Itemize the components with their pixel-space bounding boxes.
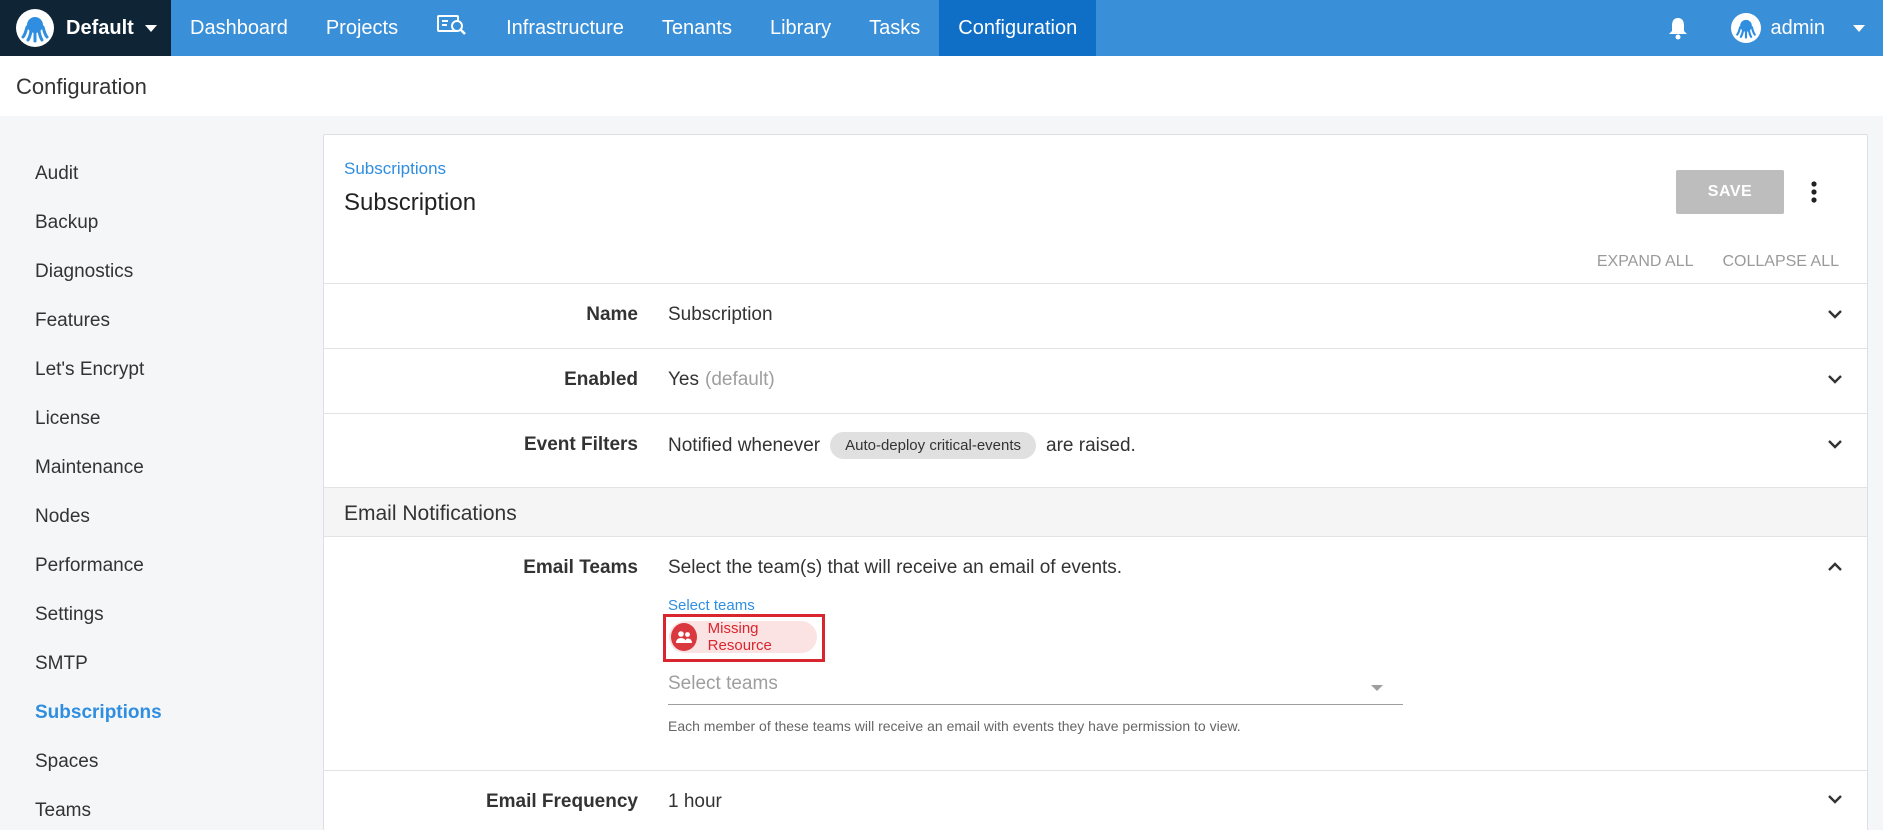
chevron-down-icon [1853,24,1865,32]
nav-library[interactable]: Library [751,0,850,56]
missing-resource-label: Missing Resource [707,620,772,654]
nav-configuration[interactable]: Configuration [939,0,1097,56]
email-notifications-section: Email Notifications [324,487,1867,537]
email-frequency-label: Email Frequency [485,791,638,812]
email-teams-label: Email Teams [523,557,638,578]
select-teams-placeholder: Select teams [668,673,778,694]
event-filters-prefix: Notified whenever [668,434,821,456]
team-icon [671,623,697,651]
sidebar-item-lets-encrypt[interactable]: Let's Encrypt [35,359,144,381]
collapse-all-link[interactable]: COLLAPSE ALL [1722,253,1839,271]
event-filters-row[interactable]: Event Filters Notified whenever Auto-dep… [324,413,1867,487]
enabled-label: Enabled [564,369,638,390]
top-nav: Default Dashboard Projects Infrastructur… [0,0,1883,56]
nav-projects[interactable]: Projects [307,0,417,56]
sidebar-item-audit[interactable]: Audit [35,163,78,185]
sidebar-item-nodes[interactable]: Nodes [35,506,90,528]
enabled-default-hint: (default) [705,369,775,390]
sidebar-item-maintenance[interactable]: Maintenance [35,457,144,479]
user-avatar-icon [1730,13,1761,43]
nav-tasks[interactable]: Tasks [850,0,939,56]
email-teams-help: Each member of these teams will receive … [668,718,1241,734]
event-filters-value: Notified whenever Auto-deploy critical-e… [668,432,1136,459]
sidebar-item-features[interactable]: Features [35,310,110,332]
sidebar-item-performance[interactable]: Performance [35,555,144,577]
user-name: admin [1770,16,1825,39]
name-label: Name [586,304,638,325]
sidebar-item-backup[interactable]: Backup [35,212,98,234]
enabled-row[interactable]: Enabled Yes (default) [324,348,1867,413]
sidebar-item-subscriptions[interactable]: Subscriptions [35,702,162,724]
chevron-down-icon[interactable] [1825,434,1845,454]
select-teams-input[interactable]: Select teams [668,669,1403,705]
page-header: Configuration [0,56,1883,116]
nav-infrastructure[interactable]: Infrastructure [487,0,643,56]
chevron-down-icon[interactable] [1825,789,1845,809]
chevron-down-icon[interactable] [1825,369,1845,389]
sidebar-item-spaces[interactable]: Spaces [35,751,98,773]
save-button[interactable]: SAVE [1676,170,1784,214]
page-title: Configuration [16,74,147,99]
sidebar-item-diagnostics[interactable]: Diagnostics [35,261,133,283]
space-switcher[interactable]: Default [0,0,171,56]
email-frequency-row[interactable]: Email Frequency 1 hour [324,770,1867,830]
nav-tenants[interactable]: Tenants [643,0,751,56]
sidebar-item-teams[interactable]: Teams [35,800,91,822]
nav-search-deployments[interactable] [417,0,487,56]
enabled-value: Yes (default) [668,369,775,391]
event-filters-suffix: are raised. [1046,434,1136,456]
name-row[interactable]: Name Subscription [324,283,1867,348]
subscription-card: Subscriptions Subscription SAVE EXPAND A… [323,134,1868,830]
sidebar-item-smtp[interactable]: SMTP [35,653,88,675]
sidebar: Audit Backup Diagnostics Features Let's … [0,116,322,830]
more-options-icon[interactable] [1804,175,1824,209]
search-deployments-icon [437,14,467,42]
chevron-down-icon[interactable] [1825,304,1845,324]
expand-collapse-links: EXPAND ALL COLLAPSE ALL [1597,253,1839,271]
email-teams-description: Select the team(s) that will receive an … [668,557,1123,578]
enabled-value-text: Yes [668,369,699,390]
user-menu[interactable]: admin [1730,13,1865,43]
section-title: Email Notifications [344,502,517,525]
name-value: Subscription [668,304,773,325]
select-teams-field-label: Select teams [668,597,755,614]
event-filters-label: Event Filters [523,434,638,455]
dropdown-arrow-icon[interactable] [1371,685,1383,691]
expand-all-link[interactable]: EXPAND ALL [1597,253,1694,271]
nav-dashboard[interactable]: Dashboard [171,0,307,56]
chevron-up-icon[interactable] [1825,557,1845,577]
email-frequency-value: 1 hour [668,791,722,812]
bell-icon[interactable] [1667,16,1689,40]
space-name: Default [66,16,134,39]
missing-resource-chip[interactable]: Missing Resource [669,620,817,654]
email-teams-row: Email Teams Select the team(s) that will… [324,536,1867,770]
octopus-logo-icon [16,9,54,47]
event-filter-chip: Auto-deploy critical-events [830,432,1037,459]
sidebar-item-settings[interactable]: Settings [35,604,104,626]
nav-right: admin [1667,0,1883,56]
card-title: Subscription [344,189,477,216]
sidebar-item-license[interactable]: License [35,408,101,430]
chevron-down-icon [144,24,157,32]
breadcrumb[interactable]: Subscriptions [344,159,446,179]
